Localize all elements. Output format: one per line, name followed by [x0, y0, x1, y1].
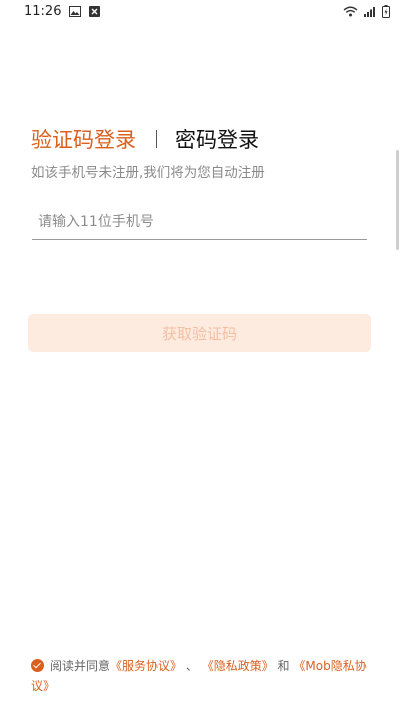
get-code-button[interactable]: 获取验证码	[28, 314, 371, 352]
register-hint: 如该手机号未注册,我们将为您自动注册	[31, 165, 265, 181]
login-tabs: 验证码登录 密码登录	[31, 124, 259, 154]
tab-password-login[interactable]: 密码登录	[175, 124, 259, 154]
close-box-icon	[89, 5, 101, 17]
agreement: 阅读并同意《服务协议》 、 《隐私政策》 和 《Mob隐私协议》	[31, 656, 369, 696]
wifi-icon	[343, 6, 358, 17]
tab-sms-login[interactable]: 验证码登录	[31, 124, 136, 154]
signal-icon	[364, 6, 376, 17]
tab-divider	[156, 130, 157, 148]
status-right	[343, 4, 390, 18]
status-left: 11:26	[24, 3, 101, 19]
agree-checkbox[interactable]	[31, 659, 44, 672]
image-icon	[69, 5, 82, 17]
battery-icon	[382, 4, 390, 18]
login-screen: 11:26 验证码登录 密码登录 如该手机号未注册,我们将为您自动注册 获	[0, 0, 400, 711]
agreement-and: 和	[277, 659, 290, 673]
status-bar: 11:26	[0, 0, 400, 22]
privacy-policy-link[interactable]: 《隐私政策》	[202, 659, 274, 673]
status-time: 11:26	[24, 3, 62, 19]
phone-input[interactable]	[32, 204, 367, 240]
agreement-prefix: 阅读并同意	[50, 659, 111, 673]
service-agreement-link[interactable]: 《服务协议》	[110, 659, 182, 673]
agreement-separator: 、	[185, 659, 198, 673]
scroll-indicator	[396, 150, 399, 250]
